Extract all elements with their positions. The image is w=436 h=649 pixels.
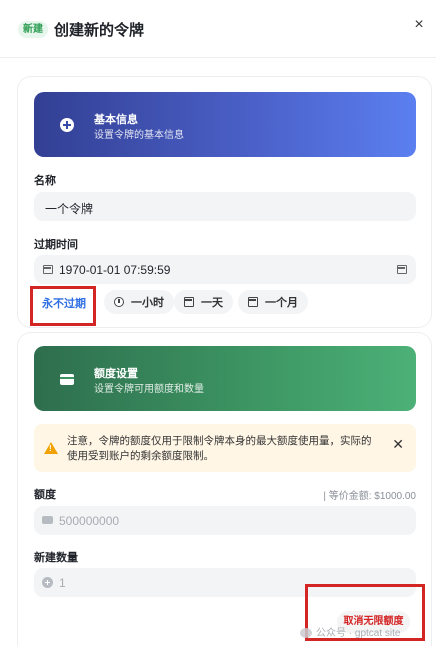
quota-notice: ! 注意，令牌的额度仅用于限制令牌本身的最大额度使用量，实际的 使用受到账户的剩… <box>34 424 416 472</box>
watermark-text: 公众号 · gptcat site <box>316 628 401 639</box>
name-value: 一个令牌 <box>45 202 94 216</box>
one-hour-label: 一小时 <box>131 297 164 309</box>
dialog-header: 新建 创建新的令牌 × <box>0 0 436 58</box>
notice-text: 注意，令牌的额度仅用于限制令牌本身的最大额度使用量，实际的 使用受到账户的剩余额… <box>67 434 387 464</box>
notice-line-2: 使用受到账户的剩余额度限制。 <box>67 450 214 462</box>
warning-icon: ! <box>44 442 58 454</box>
one-day-button[interactable]: 一天 <box>174 290 233 314</box>
quota-banner-title: 额度设置 <box>94 368 138 380</box>
expire-label: 过期时间 <box>34 239 78 251</box>
dialog-title: 创建新的令牌 <box>54 22 145 39</box>
basic-info-title: 基本信息 <box>94 114 138 126</box>
quota-placeholder: 500000000 <box>59 514 120 528</box>
calendar-picker-icon[interactable] <box>397 265 407 274</box>
plus-circle-icon <box>42 577 53 588</box>
one-hour-button[interactable]: 一小时 <box>104 290 174 314</box>
quota-equivalent-hint: | 等价金额: $1000.00 <box>323 491 416 502</box>
basic-info-banner: 基本信息 设置令牌的基本信息 <box>34 92 416 157</box>
highlight-box-never-expire <box>30 286 96 326</box>
calendar-icon <box>184 297 194 307</box>
wechat-logo-icon <box>300 628 312 639</box>
quota-banner: 额度设置 设置令牌可用额度和数量 <box>34 346 416 411</box>
basic-info-subtitle: 设置令牌的基本信息 <box>94 130 184 141</box>
count-placeholder: 1 <box>59 576 66 590</box>
clock-icon <box>114 297 124 307</box>
one-day-label: 一天 <box>201 297 223 309</box>
plus-circle-icon <box>60 118 74 132</box>
expire-value: 1970-01-01 07:59:59 <box>59 263 171 277</box>
count-label: 新建数量 <box>34 552 78 564</box>
watermark: 公众号 · gptcat site <box>300 624 400 639</box>
expire-datetime-input[interactable]: 1970-01-01 07:59:59 <box>34 255 416 284</box>
one-month-button[interactable]: 一个月 <box>238 290 308 314</box>
close-icon[interactable]: ✕ <box>392 436 404 453</box>
close-icon[interactable]: × <box>410 16 428 34</box>
calendar-icon <box>248 297 258 307</box>
credit-card-icon <box>60 374 74 385</box>
quota-input[interactable]: 500000000 <box>34 506 416 535</box>
quota-label: 额度 <box>34 489 56 501</box>
notice-line-1: 注意，令牌的额度仅用于限制令牌本身的最大额度使用量，实际的 <box>67 435 372 447</box>
calendar-icon <box>43 265 53 274</box>
coin-icon <box>42 516 53 524</box>
quota-banner-subtitle: 设置令牌可用额度和数量 <box>94 384 204 395</box>
name-input[interactable]: 一个令牌 <box>34 192 416 221</box>
one-month-label: 一个月 <box>265 297 298 309</box>
name-label: 名称 <box>34 175 56 187</box>
new-badge: 新建 <box>18 21 48 38</box>
